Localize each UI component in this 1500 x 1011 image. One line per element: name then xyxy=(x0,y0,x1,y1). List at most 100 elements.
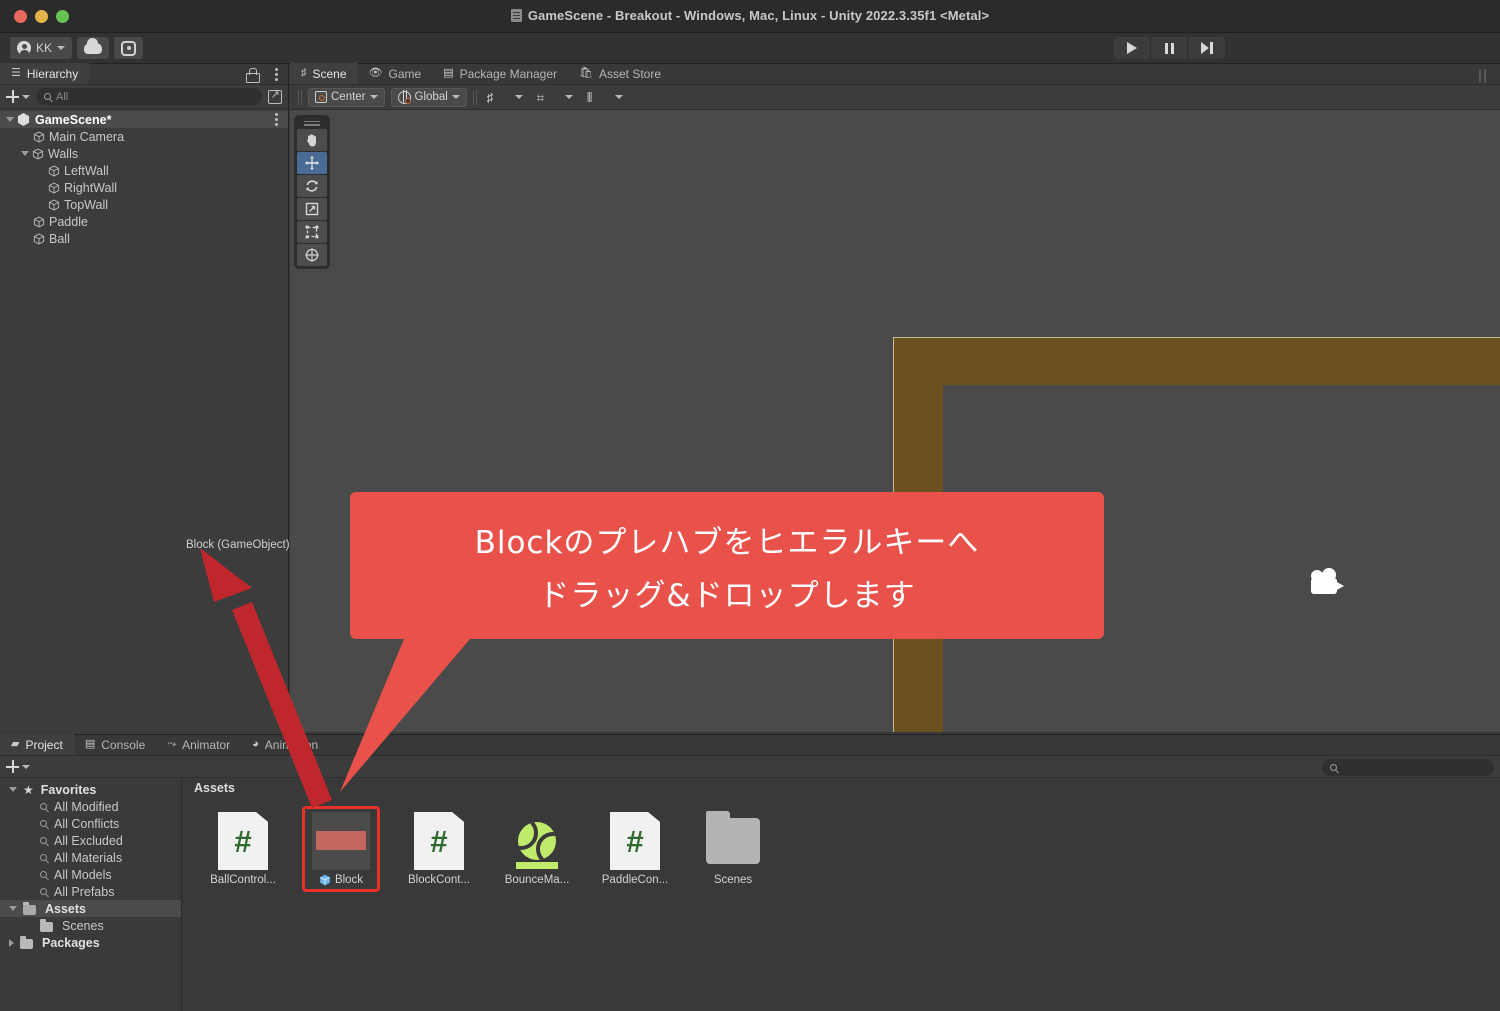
expand-icon[interactable] xyxy=(268,88,282,104)
tab-console[interactable]: ▤ Console xyxy=(74,734,156,755)
gameobject-cube-icon xyxy=(48,164,60,177)
asset-item-ballcontrol[interactable]: # BallControl... xyxy=(204,806,282,892)
pause-icon xyxy=(1164,42,1174,54)
kebab-menu-icon[interactable] xyxy=(275,68,278,81)
component-tools-dropdown[interactable] xyxy=(611,88,627,107)
project-tree-item-label: Favorites xyxy=(40,782,97,797)
project-search-input[interactable] xyxy=(1322,759,1494,776)
scale-tool-button[interactable] xyxy=(297,198,327,220)
project-tree-item-all-conflicts[interactable]: All Conflicts xyxy=(0,815,181,832)
project-tree-item-all-excluded[interactable]: All Excluded xyxy=(0,832,181,849)
chevron-down-icon[interactable] xyxy=(9,906,17,911)
project-tree-item-favorites[interactable]: ★ Favorites xyxy=(0,781,181,798)
asset-label-text: Scenes xyxy=(713,874,753,886)
grid-visibility-dropdown[interactable] xyxy=(511,88,527,107)
step-button[interactable] xyxy=(1188,37,1225,59)
chevron-down-icon[interactable] xyxy=(9,787,17,792)
play-icon xyxy=(1127,42,1137,54)
grid-snapping-dropdown[interactable] xyxy=(561,88,577,107)
grid-snapping-button[interactable]: ⌗ xyxy=(533,88,555,107)
chevron-down-icon[interactable] xyxy=(21,151,29,156)
rotate-tool-button[interactable] xyxy=(297,175,327,197)
rect-tool-button[interactable] xyxy=(297,221,327,243)
tab-package-manager[interactable]: ▤ Package Manager xyxy=(432,63,568,84)
project-tree-item-label: Assets xyxy=(45,901,86,916)
play-button[interactable] xyxy=(1114,37,1151,59)
chevron-down-icon xyxy=(614,95,623,99)
project-tree-item-packages[interactable]: Packages xyxy=(0,934,181,951)
scene-toolbar: Center Global ♯ ⌗ ⦀ xyxy=(290,69,1500,110)
instruction-callout: Blockのプレハブをヒエラルキーへ ドラッグ&ドロップします xyxy=(350,492,1104,639)
project-tree-item-label: All Prefabs xyxy=(54,884,115,899)
asset-item-paddlecon[interactable]: # PaddleCon... xyxy=(596,806,674,892)
pivot-mode-dropdown[interactable]: Center xyxy=(308,87,385,107)
hierarchy-toolbar: All xyxy=(0,85,288,109)
asset-grid: # BallControl... Block # BlockCont... BounceM… xyxy=(182,798,1500,892)
chevron-down-icon[interactable] xyxy=(6,117,14,122)
tab-animation[interactable]: ◕ Animation xyxy=(241,734,329,755)
asset-item-label: BallControl... xyxy=(210,874,276,886)
lock-icon[interactable] xyxy=(246,68,260,83)
asset-item-blockcont[interactable]: # BlockCont... xyxy=(400,806,478,892)
transform-tool-button[interactable] xyxy=(297,244,327,266)
project-body: ★ Favorites All Modified All Conflicts All E… xyxy=(0,778,1500,1011)
project-tree-item-all-modified[interactable]: All Modified xyxy=(0,798,181,815)
hierarchy-item-paddle[interactable]: Paddle xyxy=(0,213,288,230)
hand-tool-button[interactable] xyxy=(297,129,327,151)
move-arrows-icon xyxy=(305,156,319,170)
hierarchy-item-gamescene[interactable]: GameScene* xyxy=(0,111,288,128)
gameobject-cube-icon xyxy=(33,215,45,228)
project-tree-item-scenes[interactable]: Scenes xyxy=(0,917,181,934)
grid-visibility-button[interactable]: ♯ xyxy=(483,88,505,107)
handle-space-dropdown[interactable]: Global xyxy=(390,87,467,107)
asset-item-bouncema[interactable]: BounceMa... xyxy=(498,806,576,892)
tab-label: Project xyxy=(25,737,63,752)
cloud-button[interactable] xyxy=(77,37,110,59)
chevron-right-icon[interactable] xyxy=(9,938,14,947)
project-tree-item-all-materials[interactable]: All Materials xyxy=(0,849,181,866)
palette-drag-handle[interactable] xyxy=(297,118,327,128)
hierarchy-item-walls[interactable]: Walls xyxy=(0,145,288,162)
tab-game[interactable]: 👁 Game xyxy=(358,63,433,84)
tab-scene[interactable]: ♯ Scene xyxy=(290,63,358,84)
move-tool-button[interactable] xyxy=(297,152,327,174)
window-title: GameScene - Breakout - Windows, Mac, Lin… xyxy=(0,8,1500,23)
animation-clock-icon: ◕ xyxy=(252,738,259,750)
asset-label-text: BlockCont... xyxy=(408,874,470,886)
asset-item-label: BounceMa... xyxy=(505,874,570,886)
callout-line-2: ドラッグ&ドロップします xyxy=(538,577,916,614)
camera-gizmo-icon[interactable] xyxy=(1307,568,1349,598)
project-tree-item-all-models[interactable]: All Models xyxy=(0,866,181,883)
tab-project[interactable]: ▰ Project xyxy=(0,734,74,755)
asset-item-scenes[interactable]: Scenes xyxy=(694,806,772,892)
tab-asset-store[interactable]: 🛍 Asset Store xyxy=(568,63,672,84)
hierarchy-item-rightwall[interactable]: RightWall xyxy=(0,179,288,196)
main-toolbar: KK xyxy=(0,33,1500,64)
hierarchy-search-input[interactable]: All xyxy=(36,88,262,105)
create-asset-button[interactable] xyxy=(6,760,30,773)
project-tree-item-all-prefabs[interactable]: All Prefabs xyxy=(0,883,181,900)
asset-label-text: PaddleCon... xyxy=(601,874,669,886)
add-gameobject-button[interactable] xyxy=(6,90,30,103)
hierarchy-item-maincamera[interactable]: Main Camera xyxy=(0,128,288,145)
asset-label-text: BounceMa... xyxy=(504,874,570,886)
scale-icon xyxy=(305,202,319,216)
tab-label: Console xyxy=(101,737,146,752)
asset-item-block[interactable]: Block xyxy=(302,806,380,892)
hierarchy-item-leftwall[interactable]: LeftWall xyxy=(0,162,288,179)
hierarchy-item-ball[interactable]: Ball xyxy=(0,230,288,247)
pause-button[interactable] xyxy=(1151,37,1188,59)
component-tools-button[interactable]: ⦀ xyxy=(583,88,605,107)
project-tree-item-label: All Modified xyxy=(54,799,119,814)
scene-context-menu-icon[interactable] xyxy=(275,113,278,126)
hierarchy-item-label: LeftWall xyxy=(64,163,109,178)
cloud-icon xyxy=(84,37,103,54)
gameobject-cube-icon xyxy=(33,232,45,245)
hierarchy-item-topwall[interactable]: TopWall xyxy=(0,196,288,213)
tab-animator[interactable]: ⤳ Animator xyxy=(156,734,241,755)
tab-hierarchy[interactable]: ☰ Hierarchy xyxy=(0,63,90,84)
project-tree-item-assets[interactable]: Assets xyxy=(0,900,181,917)
settings-button[interactable] xyxy=(114,37,144,59)
account-button[interactable]: KK xyxy=(10,37,73,59)
window-title-text: GameScene - Breakout - Windows, Mac, Lin… xyxy=(527,8,990,23)
